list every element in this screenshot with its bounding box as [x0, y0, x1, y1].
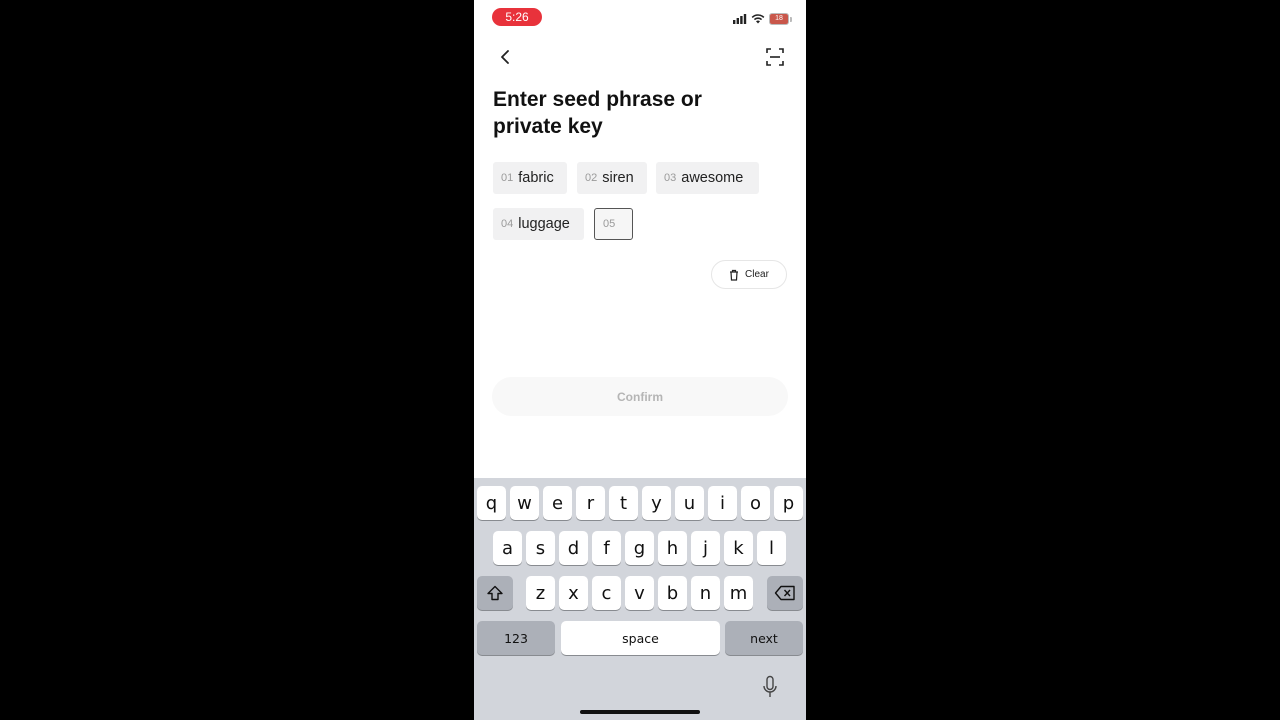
key-g[interactable]: g: [625, 531, 654, 565]
key-p[interactable]: p: [774, 486, 803, 520]
shift-icon: [487, 585, 503, 601]
seed-word-chip[interactable]: 01 fabric: [493, 162, 567, 194]
chevron-left-icon: [501, 50, 509, 64]
word-index: 01: [501, 172, 514, 184]
key-a[interactable]: a: [493, 531, 522, 565]
word-text: luggage: [518, 216, 570, 232]
word-text: fabric: [518, 170, 554, 186]
key-k[interactable]: k: [724, 531, 753, 565]
clear-button[interactable]: Clear: [711, 260, 787, 289]
battery-tip: [790, 16, 792, 22]
seed-word-input[interactable]: 05: [594, 208, 633, 240]
word-index: 04: [501, 218, 514, 230]
clear-label: Clear: [745, 269, 769, 280]
key-f[interactable]: f: [592, 531, 621, 565]
confirm-button[interactable]: Confirm: [492, 377, 788, 416]
key-s[interactable]: s: [526, 531, 555, 565]
space-key[interactable]: space: [561, 621, 720, 655]
key-i[interactable]: i: [708, 486, 737, 520]
key-l[interactable]: l: [757, 531, 786, 565]
delete-key[interactable]: [767, 576, 803, 610]
backspace-icon: [774, 585, 795, 601]
word-index: 05: [603, 218, 616, 230]
word-index: 03: [664, 172, 677, 184]
key-d[interactable]: d: [559, 531, 588, 565]
scan-button[interactable]: [764, 46, 786, 68]
status-icons: 18: [733, 12, 792, 26]
scan-icon: [766, 48, 784, 66]
key-x[interactable]: x: [559, 576, 588, 610]
status-time: 5:26: [492, 8, 542, 26]
key-q[interactable]: q: [477, 486, 506, 520]
dictation-button[interactable]: [760, 674, 780, 700]
word-index: 02: [585, 172, 598, 184]
key-u[interactable]: u: [675, 486, 704, 520]
key-m[interactable]: m: [724, 576, 753, 610]
key-t[interactable]: t: [609, 486, 638, 520]
key-w[interactable]: w: [510, 486, 539, 520]
key-h[interactable]: h: [658, 531, 687, 565]
key-r[interactable]: r: [576, 486, 605, 520]
battery-icon: 18: [769, 13, 789, 25]
key-n[interactable]: n: [691, 576, 720, 610]
next-key[interactable]: next: [725, 621, 803, 655]
keyboard: q w e r t y u i o p a s d f g h j k l z …: [474, 478, 806, 720]
key-v[interactable]: v: [625, 576, 654, 610]
word-text: siren: [602, 170, 634, 186]
back-button[interactable]: [494, 46, 516, 68]
trash-icon: [730, 269, 739, 281]
shift-key[interactable]: [477, 576, 513, 610]
seed-word-chip[interactable]: 03 awesome: [656, 162, 759, 194]
microphone-icon: [763, 675, 777, 697]
word-text: awesome: [681, 170, 744, 186]
key-e[interactable]: e: [543, 486, 572, 520]
numbers-key[interactable]: 123: [477, 621, 555, 655]
signal-icon: [733, 14, 747, 24]
key-o[interactable]: o: [741, 486, 770, 520]
key-b[interactable]: b: [658, 576, 687, 610]
wifi-icon: [751, 14, 765, 24]
key-c[interactable]: c: [592, 576, 621, 610]
seed-word-chip[interactable]: 02 siren: [577, 162, 647, 194]
key-y[interactable]: y: [642, 486, 671, 520]
phone-screen: 5:26 18 Enter seed phrase or private key: [474, 0, 806, 720]
seed-word-chip[interactable]: 04 luggage: [493, 208, 584, 240]
home-indicator: [580, 710, 700, 714]
page-title: Enter seed phrase or private key: [493, 88, 702, 138]
key-j[interactable]: j: [691, 531, 720, 565]
key-z[interactable]: z: [526, 576, 555, 610]
